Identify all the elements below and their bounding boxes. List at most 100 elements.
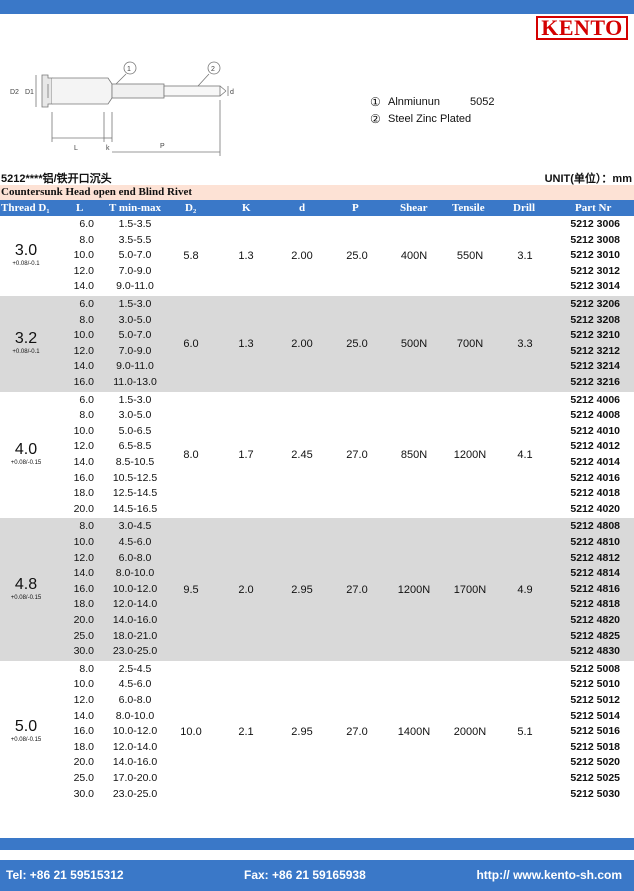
rivet-diagram: D2 D1 d L k P 1 2 xyxy=(10,61,234,156)
label-l: L xyxy=(74,145,78,152)
cell-d: 2.95 xyxy=(291,583,313,596)
cell-grip-range: 12.0-14.0 xyxy=(112,598,158,611)
cell-grip-range: 5.0-6.5 xyxy=(118,424,152,437)
cell-part-number: 5212 3212 xyxy=(570,344,620,357)
cell-k: 2.1 xyxy=(238,725,254,738)
cell-length: 10.0 xyxy=(73,424,94,437)
cell-length: 12.0 xyxy=(73,344,94,357)
cell-grip-range: 23.0-25.0 xyxy=(112,645,158,658)
cell-thread: 3.0 +0.08/-0.1 xyxy=(0,242,52,268)
cell-length: 14.0 xyxy=(73,360,94,373)
cell-length: 12.0 xyxy=(73,551,94,564)
table-row: 16.0 10.5-12.5 5212 4016 xyxy=(0,471,634,487)
unit-label: UNIT(单位）：mm xyxy=(544,173,632,185)
cell-grip-range: 8.0-10.0 xyxy=(115,567,155,580)
col-d: d xyxy=(299,202,306,214)
cell-length: 18.0 xyxy=(73,598,94,611)
cell-length: 30.0 xyxy=(73,645,94,658)
table-row: 12.0 6.0-8.0 5212 5012 xyxy=(0,693,634,709)
cell-part-number: 5212 5008 xyxy=(570,662,620,675)
col-drill: Drill xyxy=(513,202,535,214)
cell-drill: 3.1 xyxy=(517,250,533,262)
cell-d: 2.45 xyxy=(291,448,313,461)
col-p: P xyxy=(352,202,359,214)
table-row: 25.0 17.0-20.0 5212 5025 xyxy=(0,771,634,787)
legend-row: ① Alnmiunun 5052 xyxy=(370,93,494,110)
cell-grip-range: 17.0-20.0 xyxy=(112,771,158,784)
cell-shear: 1400N xyxy=(397,725,431,738)
thread-group: 6.0 1.5-3.0 5212 3206 8.0 3.0-5.0 5212 3208 10… xyxy=(0,296,634,392)
cell-grip-range: 10.5-12.5 xyxy=(112,471,158,484)
cell-grip-range: 1.5-3.0 xyxy=(118,298,152,310)
label-k: k xyxy=(106,145,110,152)
cell-grip-range: 3.0-5.0 xyxy=(118,313,152,326)
cell-grip-range: 10.0-12.0 xyxy=(112,725,158,738)
cell-shear: 1200N xyxy=(397,583,431,596)
cell-length: 30.0 xyxy=(73,787,94,800)
table-row: 18.0 12.0-14.0 5212 4818 xyxy=(0,597,634,613)
legend-num: ② xyxy=(370,111,381,126)
cell-part-number: 5212 3210 xyxy=(570,329,620,342)
cell-part-number: 5212 4014 xyxy=(570,455,620,468)
cell-length: 12.0 xyxy=(73,693,94,706)
table-row: 8.0 3.0-5.0 5212 4008 xyxy=(0,408,634,424)
cell-part-number: 5212 5014 xyxy=(570,709,620,722)
cell-d: 2.00 xyxy=(291,250,313,262)
thread-tolerance: +0.08/-0.15 xyxy=(10,594,42,601)
cell-part-number: 5212 5018 xyxy=(570,740,620,753)
footer-fax: Fax: +86 21 59165938 xyxy=(244,868,366,882)
cell-thread: 3.2 +0.08/-0.1 xyxy=(0,330,52,356)
cell-d2: 8.0 xyxy=(183,448,199,461)
col-tensile: Tensile xyxy=(452,202,485,214)
cell-part-number: 5212 3208 xyxy=(570,313,620,326)
cell-grip-range: 14.0-16.0 xyxy=(112,613,158,626)
cell-grip-range: 3.0-4.5 xyxy=(118,520,152,533)
footer-web[interactable]: http:// www.kento-sh.com xyxy=(476,860,622,891)
cell-part-number: 5212 3008 xyxy=(570,233,620,246)
cell-grip-range: 6.5-8.5 xyxy=(118,440,152,453)
thread-diameter: 4.8 xyxy=(14,575,38,593)
cell-part-number: 5212 4808 xyxy=(570,520,620,533)
cell-grip-range: 14.0-16.0 xyxy=(112,756,158,769)
cell-part-number: 5212 4820 xyxy=(570,613,620,626)
cell-part-number: 5212 4016 xyxy=(570,471,620,484)
thread-group: 6.0 1.5-3.5 5212 3006 8.0 3.5-5.5 5212 3008 10… xyxy=(0,216,634,296)
cell-length: 6.0 xyxy=(79,218,94,230)
cell-length: 8.0 xyxy=(79,662,94,675)
callout-2: 2 xyxy=(211,66,215,73)
table-row: 20.0 14.5-16.5 5212 4020 xyxy=(0,502,634,518)
cell-shear: 850N xyxy=(400,448,428,461)
cell-part-number: 5212 4006 xyxy=(570,393,620,406)
cell-part-number: 5212 5012 xyxy=(570,693,620,706)
cell-grip-range: 23.0-25.0 xyxy=(112,787,158,800)
thread-diameter: 4.0 xyxy=(14,440,38,458)
cell-length: 25.0 xyxy=(73,771,94,784)
label-d: d xyxy=(230,89,234,96)
cell-k: 2.0 xyxy=(238,583,254,596)
cell-k: 1.7 xyxy=(238,448,254,461)
cell-grip-range: 6.0-8.0 xyxy=(118,551,152,564)
cell-grip-range: 8.5-10.5 xyxy=(115,455,155,468)
cell-length: 20.0 xyxy=(73,613,94,626)
cell-grip-range: 2.5-4.5 xyxy=(118,662,152,675)
cell-length: 14.0 xyxy=(73,280,94,293)
cell-grip-range: 5.0-7.0 xyxy=(118,249,152,262)
table-row: 20.0 14.0-16.0 5212 5020 xyxy=(0,755,634,771)
cell-p: 27.0 xyxy=(346,583,368,596)
table-row: 25.0 18.0-21.0 5212 4825 xyxy=(0,629,634,645)
cell-tensile: 1200N xyxy=(453,448,487,461)
cell-grip-range: 1.5-3.5 xyxy=(118,218,152,230)
cell-part-number: 5212 4830 xyxy=(570,645,620,658)
cell-shear: 400N xyxy=(400,250,428,262)
col-l: L xyxy=(76,202,84,214)
cell-length: 20.0 xyxy=(73,502,94,515)
cell-tensile: 2000N xyxy=(453,725,487,738)
cell-part-number: 5212 4814 xyxy=(570,567,620,580)
legend-material: Steel Zinc Plated xyxy=(388,112,472,125)
table-row: 30.0 23.0-25.0 5212 4830 xyxy=(0,644,634,660)
thread-diameter: 3.2 xyxy=(14,329,38,347)
cell-tensile: 700N xyxy=(456,337,484,350)
cell-grip-range: 4.5-6.0 xyxy=(118,535,152,548)
cell-grip-range: 3.5-5.5 xyxy=(118,233,152,246)
thread-tolerance: +0.08/-0.15 xyxy=(10,459,42,466)
